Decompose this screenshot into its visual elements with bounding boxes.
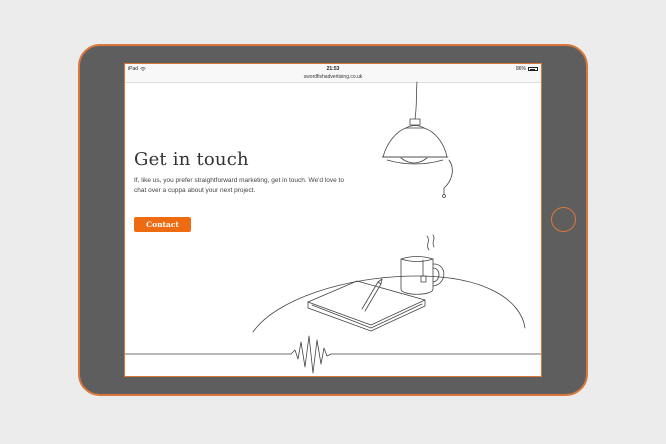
intro-text: If, like us, you prefer straightforward …	[134, 177, 344, 194]
mug-illustration	[400, 234, 445, 295]
notebook-illustration	[307, 278, 426, 332]
pendant-lamp-illustration	[381, 81, 453, 198]
pulse-line-illustration	[125, 335, 541, 374]
contact-button[interactable]: Contact	[134, 217, 191, 232]
screen: iPad 21:53 86% swordfishadvertising.co.u…	[124, 63, 542, 377]
page-title: Get in touch	[134, 149, 249, 170]
table-illustration	[252, 275, 526, 333]
home-button[interactable]	[551, 207, 576, 232]
